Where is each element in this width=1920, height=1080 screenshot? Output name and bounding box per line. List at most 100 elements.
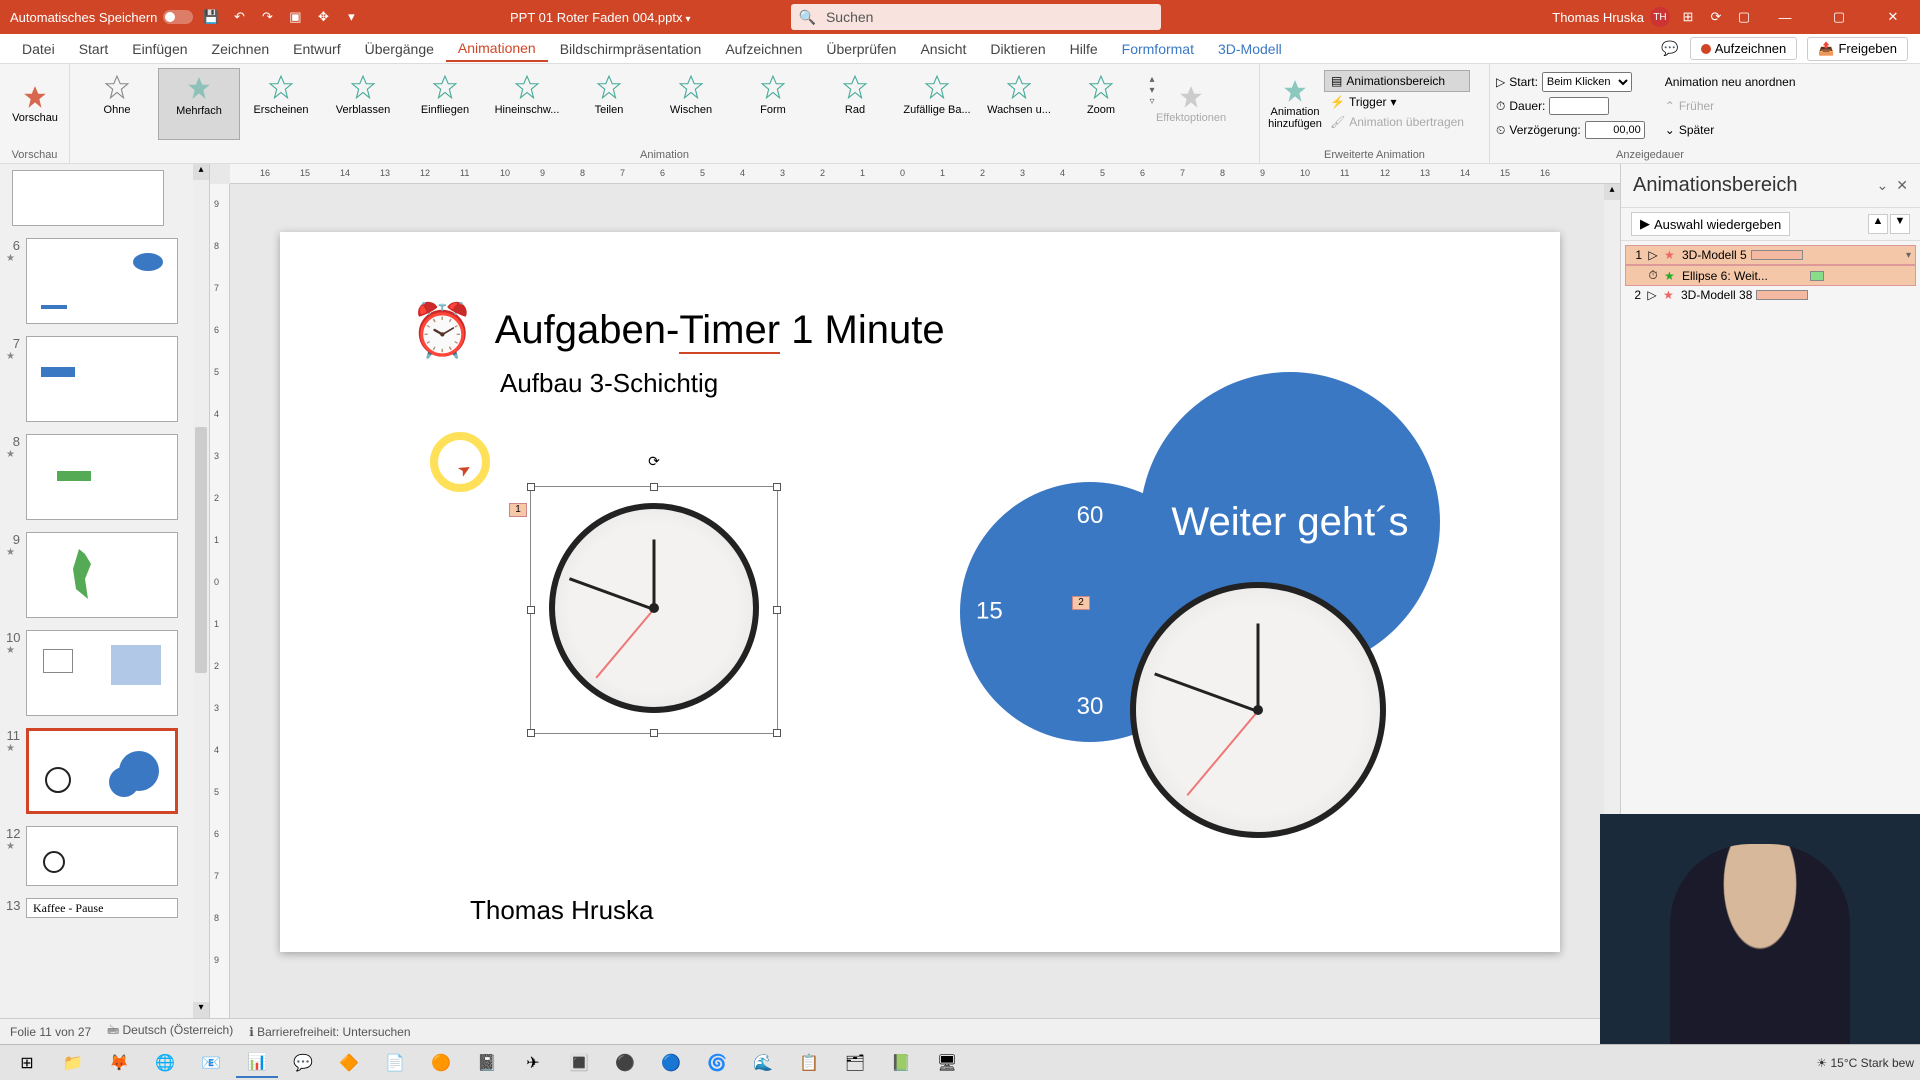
app-icon[interactable]: 💬: [282, 1048, 324, 1078]
save-icon[interactable]: 💾: [201, 7, 221, 27]
anim-wachsen[interactable]: Wachsen u...: [978, 68, 1060, 140]
app-icon[interactable]: 🔳: [558, 1048, 600, 1078]
resize-handle-ne[interactable]: [773, 483, 781, 491]
anim-teilen[interactable]: Teilen: [568, 68, 650, 140]
search-input[interactable]: 🔍 Suchen: [791, 4, 1161, 30]
play-selection-button[interactable]: ▶ Auswahl wiedergeben: [1631, 212, 1790, 236]
clock-1[interactable]: [549, 503, 759, 713]
comments-icon[interactable]: 💬: [1660, 39, 1680, 59]
toggle-switch[interactable]: [163, 10, 193, 24]
rotate-handle-icon[interactable]: ⟳: [648, 453, 660, 470]
anim-order-tag-1[interactable]: 1: [509, 503, 527, 517]
duration-input[interactable]: [1549, 97, 1609, 115]
thumb-11[interactable]: [26, 728, 178, 814]
explorer-icon[interactable]: 📁: [52, 1048, 94, 1078]
resize-handle-w[interactable]: [527, 606, 535, 614]
thumb-8[interactable]: [26, 434, 178, 520]
chrome-icon[interactable]: 🌐: [144, 1048, 186, 1078]
later-button[interactable]: ⌄ Später: [1665, 118, 1796, 142]
thumb-6[interactable]: [26, 238, 178, 324]
obs-icon[interactable]: ⚫: [604, 1048, 646, 1078]
resize-handle-se[interactable]: [773, 729, 781, 737]
thumb-13[interactable]: Kaffee - Pause: [26, 898, 178, 918]
anim-entry-2[interactable]: ⏱ ★ Ellipse 6: Weit...: [1625, 265, 1916, 286]
tab-aufzeichnen[interactable]: Aufzeichnen: [713, 37, 814, 61]
present-from-start-icon[interactable]: ▣: [285, 7, 305, 27]
tab-uebergaenge[interactable]: Übergänge: [353, 37, 446, 61]
chevron-down-icon[interactable]: ▾: [1142, 85, 1162, 96]
document-title[interactable]: PPT 01 Roter Faden 004.pptx▾: [510, 10, 691, 25]
anim-hineinschweben[interactable]: Hineinschw...: [486, 68, 568, 140]
maximize-button[interactable]: ▢: [1816, 1, 1862, 33]
expand-icon[interactable]: ▿: [1142, 96, 1162, 107]
gallery-expand[interactable]: ▴▾▿: [1142, 68, 1162, 113]
slide-counter[interactable]: Folie 11 von 27: [10, 1025, 91, 1039]
preview-button[interactable]: Vorschau: [6, 68, 64, 140]
delay-input[interactable]: [1585, 121, 1645, 139]
ribbon-mode-icon[interactable]: ▢: [1734, 7, 1754, 27]
minimize-button[interactable]: —: [1762, 1, 1808, 33]
scroll-up-icon[interactable]: ▴: [193, 164, 209, 180]
scroll-thumb[interactable]: [195, 427, 207, 674]
thumb-prev[interactable]: [12, 170, 164, 226]
anim-zoom[interactable]: Zoom: [1060, 68, 1142, 140]
autosave-toggle[interactable]: Automatisches Speichern: [10, 10, 193, 25]
thumb-7[interactable]: [26, 336, 178, 422]
powerpoint-icon[interactable]: 📊: [236, 1048, 278, 1078]
weather-widget[interactable]: ☀ 15°C Stark bew: [1816, 1056, 1914, 1070]
outlook-icon[interactable]: 📧: [190, 1048, 232, 1078]
anim-ohne[interactable]: Ohne: [76, 68, 158, 140]
scroll-up-icon[interactable]: ▴: [1604, 184, 1620, 200]
anim-form[interactable]: Form: [732, 68, 814, 140]
chevron-down-icon[interactable]: ⌄: [1877, 177, 1889, 194]
anim-rad[interactable]: Rad: [814, 68, 896, 140]
coming-soon-icon[interactable]: ⊞: [1678, 7, 1698, 27]
tab-3d-modell[interactable]: 3D-Modell: [1206, 37, 1294, 61]
anim-order-tag-2[interactable]: 2: [1072, 596, 1090, 610]
sync-icon[interactable]: ⟳: [1706, 7, 1726, 27]
app-icon[interactable]: 🟠: [420, 1048, 462, 1078]
anim-mehrfach[interactable]: Mehrfach: [158, 68, 240, 140]
anim-entry-1[interactable]: 1 ▷ ★ 3D-Modell 5 ▾: [1625, 245, 1916, 265]
tab-entwurf[interactable]: Entwurf: [281, 37, 352, 61]
clock-2[interactable]: [1130, 582, 1386, 838]
accessibility-status[interactable]: ℹ Barrierefreiheit: Untersuchen: [249, 1025, 410, 1039]
anim-verblassen[interactable]: Verblassen: [322, 68, 404, 140]
app-icon[interactable]: 📄: [374, 1048, 416, 1078]
move-up-icon[interactable]: ▲: [1868, 214, 1888, 234]
slide-area[interactable]: ⏰ Aufgaben-Timer 1 Minute Aufbau 3-Schic…: [230, 184, 1620, 1018]
thumbs-scrollbar[interactable]: ▴ ▾: [193, 164, 209, 1018]
tab-animationen[interactable]: Animationen: [446, 36, 548, 62]
anim-zufaellige-balken[interactable]: Zufällige Ba...: [896, 68, 978, 140]
excel-icon[interactable]: 📗: [880, 1048, 922, 1078]
scroll-down-icon[interactable]: ▾: [193, 1002, 209, 1018]
app-icon[interactable]: 📋: [788, 1048, 830, 1078]
selected-object-frame[interactable]: ⟳ 1: [530, 486, 778, 734]
edge-icon[interactable]: 🌊: [742, 1048, 784, 1078]
close-pane-icon[interactable]: ✕: [1896, 177, 1908, 194]
close-button[interactable]: ✕: [1870, 1, 1916, 33]
tab-ansicht[interactable]: Ansicht: [908, 37, 978, 61]
start-select[interactable]: Beim Klicken: [1542, 72, 1632, 92]
vlc-icon[interactable]: 🔶: [328, 1048, 370, 1078]
firefox-icon[interactable]: 🦊: [98, 1048, 140, 1078]
share-button[interactable]: 📤Freigeben: [1807, 37, 1908, 61]
telegram-icon[interactable]: ✈: [512, 1048, 554, 1078]
language-status[interactable]: 🖮 Deutsch (Österreich): [107, 1021, 233, 1042]
tab-ueberpruefen[interactable]: Überprüfen: [814, 37, 908, 61]
move-down-icon[interactable]: ▼: [1890, 214, 1910, 234]
undo-icon[interactable]: ↶: [229, 7, 249, 27]
anim-erscheinen[interactable]: Erscheinen: [240, 68, 322, 140]
qat-more-icon[interactable]: ▾: [341, 7, 361, 27]
app-icon[interactable]: 🖥: [926, 1048, 968, 1078]
thumb-10[interactable]: [26, 630, 178, 716]
onenote-icon[interactable]: 📓: [466, 1048, 508, 1078]
anim-entry-3[interactable]: 2 ▷ ★ 3D-Modell 38: [1625, 286, 1916, 304]
trigger-button[interactable]: ⚡Trigger ▾: [1324, 92, 1470, 112]
animation-pane-toggle[interactable]: ▤Animationsbereich: [1324, 70, 1470, 92]
tab-bildschirmpraesentation[interactable]: Bildschirmpräsentation: [548, 37, 714, 61]
redo-icon[interactable]: ↷: [257, 7, 277, 27]
tab-einfuegen[interactable]: Einfügen: [120, 37, 199, 61]
resize-handle-n[interactable]: [650, 483, 658, 491]
chevron-down-icon[interactable]: ▾: [1906, 250, 1911, 261]
